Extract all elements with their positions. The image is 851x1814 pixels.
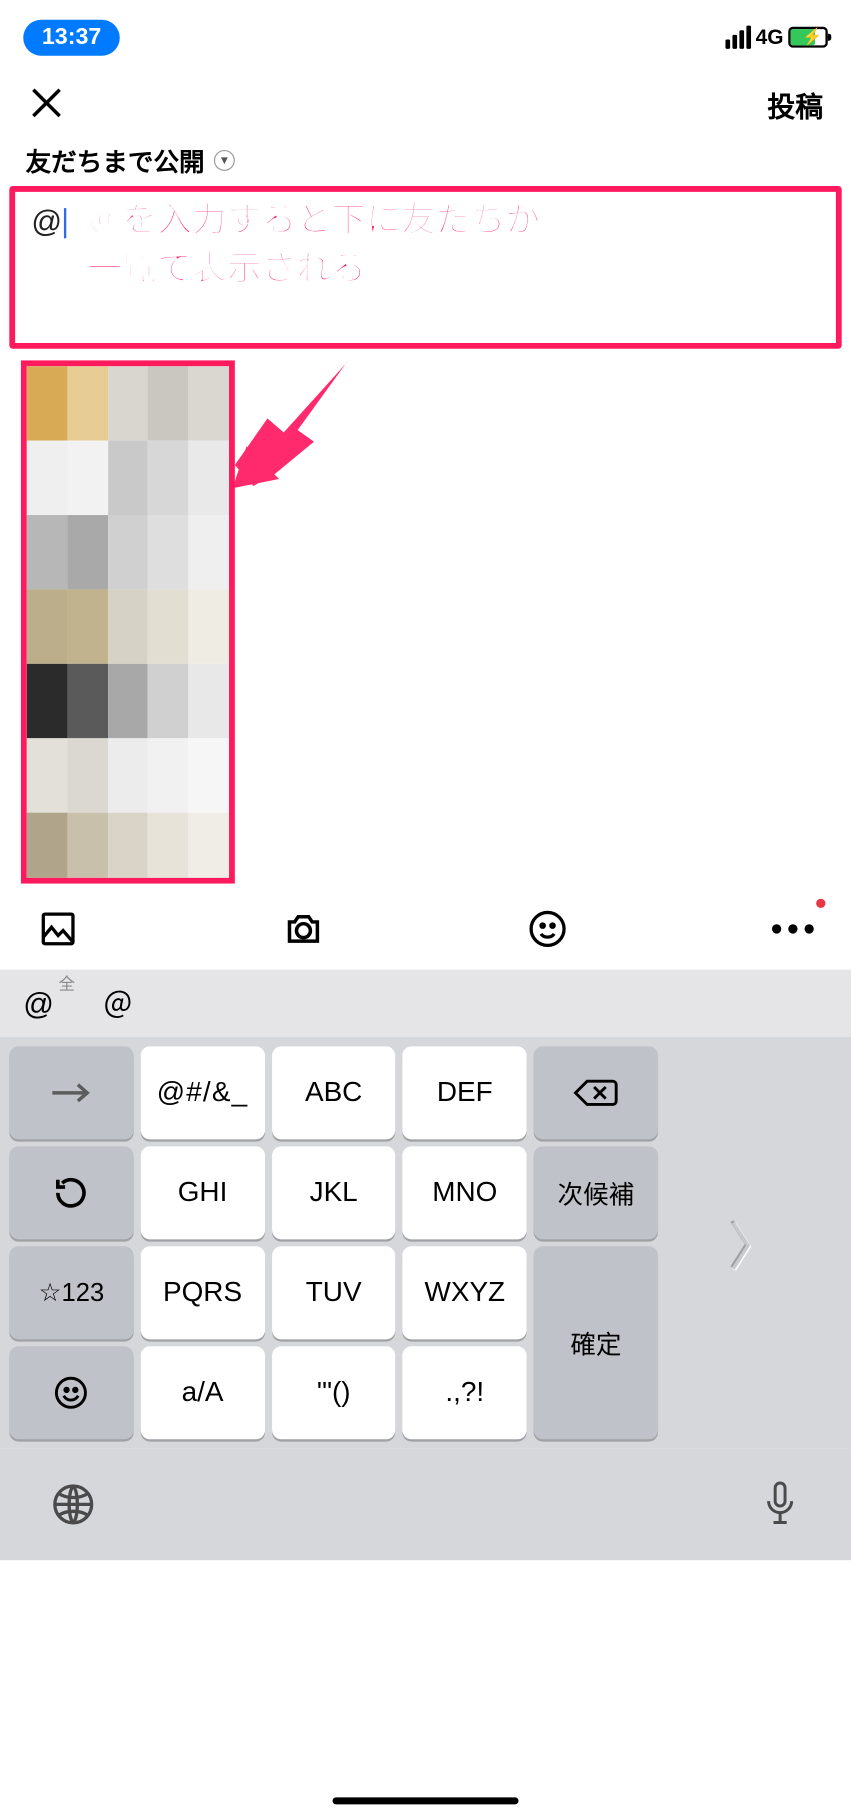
privacy-selector[interactable]: 友だちまで公開 ▼ xyxy=(0,142,851,179)
key-wxyz[interactable]: WXYZ xyxy=(403,1246,527,1339)
microphone-icon[interactable] xyxy=(760,1479,800,1530)
compose-header: 投稿 xyxy=(0,65,851,142)
key-pqrs[interactable]: PQRS xyxy=(140,1246,264,1339)
annotation-box: @ ＠を入力すると下に友だちが 一覧で表示される xyxy=(9,186,841,349)
notification-badge xyxy=(816,899,825,908)
annotation-arrow-icon xyxy=(233,349,373,489)
signal-icon xyxy=(725,26,751,49)
home-indicator[interactable] xyxy=(333,1797,519,1804)
keyboard-expand-icon[interactable]: 〉 xyxy=(729,1206,780,1280)
keyboard: @#/&_ ABC DEF GHI JKL MNO 次候補 ☆123 PQRS … xyxy=(0,1037,851,1449)
status-bar: 13:37 4G ⚡ xyxy=(0,0,851,65)
key-punct[interactable]: .,?! xyxy=(403,1346,527,1439)
status-time: 13:37 xyxy=(23,19,120,55)
key-def[interactable]: DEF xyxy=(403,1046,527,1139)
key-emoji[interactable] xyxy=(9,1346,133,1439)
more-icon[interactable] xyxy=(770,906,817,953)
post-button[interactable]: 投稿 xyxy=(767,83,823,124)
globe-icon[interactable] xyxy=(51,1482,95,1526)
close-icon[interactable] xyxy=(28,85,65,122)
gallery-icon[interactable] xyxy=(35,906,82,953)
compose-toolbar xyxy=(0,888,851,969)
key-undo[interactable] xyxy=(9,1146,133,1239)
annotation-text: ＠を入力すると下に友だちが 一覧で表示される xyxy=(87,196,831,294)
key-confirm[interactable]: 確定 xyxy=(534,1246,658,1439)
key-tuv[interactable]: TUV xyxy=(272,1246,396,1339)
candidate-2[interactable]: ＠ xyxy=(103,982,133,1025)
key-backspace[interactable] xyxy=(534,1046,658,1139)
keyboard-system-row xyxy=(0,1449,851,1561)
key-abc[interactable]: ABC xyxy=(272,1046,396,1139)
network-label: 4G xyxy=(756,25,784,49)
key-num-switch[interactable]: ☆123 xyxy=(9,1246,133,1339)
key-next-candidate[interactable]: 次候補 xyxy=(534,1146,658,1239)
smile-icon[interactable] xyxy=(525,906,572,953)
key-case[interactable]: a/A xyxy=(140,1346,264,1439)
battery-icon: ⚡ xyxy=(788,27,828,48)
privacy-label: 友だちまで公開 xyxy=(26,142,205,179)
key-jkl[interactable]: JKL xyxy=(272,1146,396,1239)
status-right: 4G ⚡ xyxy=(725,25,827,49)
key-symbols[interactable]: @#/&_ xyxy=(140,1046,264,1139)
key-mno[interactable]: MNO xyxy=(403,1146,527,1239)
camera-icon[interactable] xyxy=(280,906,327,953)
key-ghi[interactable]: GHI xyxy=(140,1146,264,1239)
friend-list[interactable] xyxy=(21,360,235,883)
key-right-arrow[interactable] xyxy=(9,1046,133,1139)
chevron-down-icon: ▼ xyxy=(214,150,235,171)
key-quotes[interactable]: '"() xyxy=(272,1346,396,1439)
keyboard-candidates: @全 ＠ xyxy=(0,970,851,1037)
candidate-1[interactable]: @全 xyxy=(23,985,54,1021)
compose-input-value: @ xyxy=(31,203,62,238)
